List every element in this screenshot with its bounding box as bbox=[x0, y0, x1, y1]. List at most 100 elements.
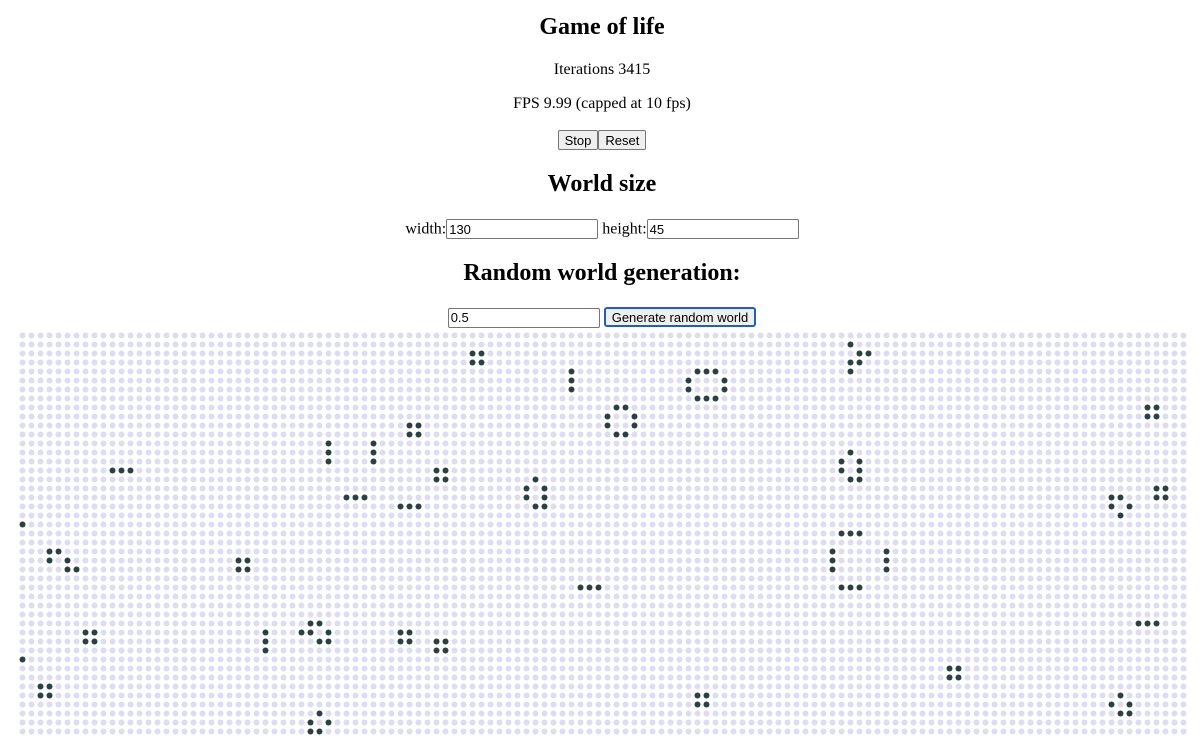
cell-dead[interactable] bbox=[550, 557, 557, 564]
cell-dead[interactable] bbox=[748, 521, 755, 528]
cell-dead[interactable] bbox=[775, 602, 782, 609]
cell-dead[interactable] bbox=[415, 620, 422, 627]
cell-dead[interactable] bbox=[100, 539, 107, 546]
cell-dead[interactable] bbox=[127, 422, 134, 429]
cell-dead[interactable] bbox=[541, 638, 548, 645]
cell-dead[interactable] bbox=[541, 521, 548, 528]
cell-alive[interactable] bbox=[883, 557, 890, 564]
cell-dead[interactable] bbox=[271, 674, 278, 681]
cell-dead[interactable] bbox=[28, 530, 35, 537]
cell-dead[interactable] bbox=[856, 539, 863, 546]
cell-dead[interactable] bbox=[1135, 530, 1142, 537]
cell-dead[interactable] bbox=[334, 404, 341, 411]
cell-dead[interactable] bbox=[433, 575, 440, 582]
cell-dead[interactable] bbox=[847, 638, 854, 645]
cell-dead[interactable] bbox=[541, 458, 548, 465]
cell-dead[interactable] bbox=[190, 368, 197, 375]
cell-dead[interactable] bbox=[595, 332, 602, 339]
cell-dead[interactable] bbox=[739, 512, 746, 519]
cell-dead[interactable] bbox=[145, 611, 152, 618]
cell-dead[interactable] bbox=[262, 476, 269, 483]
cell-dead[interactable] bbox=[280, 341, 287, 348]
cell-dead[interactable] bbox=[235, 629, 242, 636]
cell-dead[interactable] bbox=[280, 512, 287, 519]
cell-dead[interactable] bbox=[883, 611, 890, 618]
cell-dead[interactable] bbox=[1018, 422, 1025, 429]
cell-dead[interactable] bbox=[703, 629, 710, 636]
cell-dead[interactable] bbox=[919, 665, 926, 672]
cell-dead[interactable] bbox=[649, 566, 656, 573]
cell-alive[interactable] bbox=[1153, 620, 1160, 627]
cell-dead[interactable] bbox=[1063, 440, 1070, 447]
cell-dead[interactable] bbox=[613, 593, 620, 600]
cell-dead[interactable] bbox=[631, 485, 638, 492]
cell-dead[interactable] bbox=[208, 341, 215, 348]
cell-dead[interactable] bbox=[55, 332, 62, 339]
cell-dead[interactable] bbox=[199, 575, 206, 582]
cell-dead[interactable] bbox=[1072, 368, 1079, 375]
cell-dead[interactable] bbox=[964, 548, 971, 555]
cell-dead[interactable] bbox=[1063, 485, 1070, 492]
cell-dead[interactable] bbox=[937, 458, 944, 465]
cell-dead[interactable] bbox=[712, 503, 719, 510]
cell-dead[interactable] bbox=[316, 611, 323, 618]
cell-dead[interactable] bbox=[145, 665, 152, 672]
cell-dead[interactable] bbox=[64, 620, 71, 627]
cell-dead[interactable] bbox=[298, 539, 305, 546]
cell-dead[interactable] bbox=[676, 503, 683, 510]
cell-dead[interactable] bbox=[73, 656, 80, 663]
cell-dead[interactable] bbox=[712, 494, 719, 501]
cell-dead[interactable] bbox=[379, 521, 386, 528]
cell-dead[interactable] bbox=[829, 494, 836, 501]
cell-dead[interactable] bbox=[892, 647, 899, 654]
cell-dead[interactable] bbox=[1108, 521, 1115, 528]
cell-dead[interactable] bbox=[451, 494, 458, 501]
cell-dead[interactable] bbox=[685, 593, 692, 600]
cell-dead[interactable] bbox=[244, 386, 251, 393]
cell-dead[interactable] bbox=[982, 665, 989, 672]
cell-dead[interactable] bbox=[478, 548, 485, 555]
cell-dead[interactable] bbox=[19, 593, 26, 600]
cell-dead[interactable] bbox=[739, 350, 746, 357]
cell-dead[interactable] bbox=[271, 386, 278, 393]
cell-dead[interactable] bbox=[136, 467, 143, 474]
cell-dead[interactable] bbox=[181, 386, 188, 393]
cell-dead[interactable] bbox=[298, 584, 305, 591]
cell-dead[interactable] bbox=[676, 512, 683, 519]
cell-dead[interactable] bbox=[784, 422, 791, 429]
cell-dead[interactable] bbox=[487, 449, 494, 456]
cell-dead[interactable] bbox=[73, 485, 80, 492]
cell-dead[interactable] bbox=[622, 521, 629, 528]
cell-dead[interactable] bbox=[280, 359, 287, 366]
cell-dead[interactable] bbox=[217, 665, 224, 672]
cell-dead[interactable] bbox=[784, 485, 791, 492]
cell-dead[interactable] bbox=[901, 404, 908, 411]
cell-dead[interactable] bbox=[748, 449, 755, 456]
cell-dead[interactable] bbox=[1126, 341, 1133, 348]
cell-dead[interactable] bbox=[451, 377, 458, 384]
cell-dead[interactable] bbox=[775, 404, 782, 411]
cell-dead[interactable] bbox=[919, 548, 926, 555]
cell-dead[interactable] bbox=[631, 575, 638, 582]
cell-dead[interactable] bbox=[289, 593, 296, 600]
cell-dead[interactable] bbox=[523, 566, 530, 573]
cell-dead[interactable] bbox=[577, 359, 584, 366]
cell-dead[interactable] bbox=[469, 629, 476, 636]
cell-dead[interactable] bbox=[1099, 413, 1106, 420]
cell-dead[interactable] bbox=[271, 494, 278, 501]
cell-dead[interactable] bbox=[685, 620, 692, 627]
cell-dead[interactable] bbox=[397, 404, 404, 411]
cell-dead[interactable] bbox=[280, 458, 287, 465]
cell-dead[interactable] bbox=[595, 566, 602, 573]
cell-dead[interactable] bbox=[730, 467, 737, 474]
cell-dead[interactable] bbox=[919, 377, 926, 384]
cell-dead[interactable] bbox=[955, 350, 962, 357]
cell-dead[interactable] bbox=[37, 593, 44, 600]
cell-dead[interactable] bbox=[91, 584, 98, 591]
cell-dead[interactable] bbox=[244, 521, 251, 528]
cell-dead[interactable] bbox=[712, 350, 719, 357]
cell-dead[interactable] bbox=[865, 548, 872, 555]
cell-dead[interactable] bbox=[307, 458, 314, 465]
cell-dead[interactable] bbox=[289, 665, 296, 672]
cell-dead[interactable] bbox=[460, 476, 467, 483]
